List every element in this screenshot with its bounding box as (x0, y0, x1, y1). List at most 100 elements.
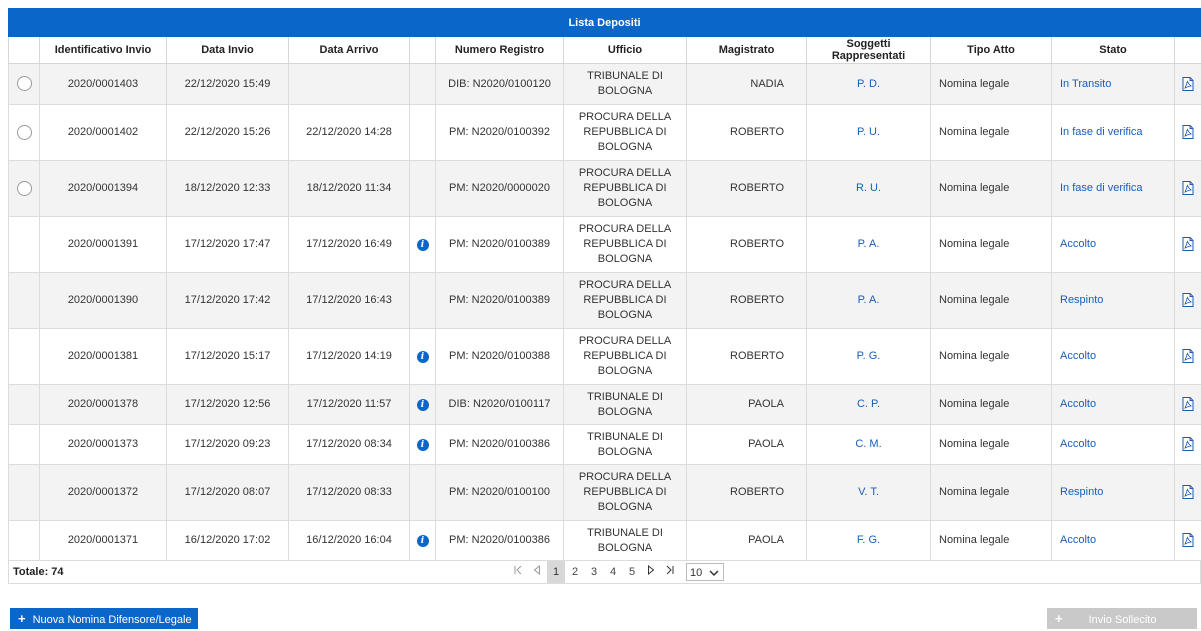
col-header-tipo-atto[interactable]: Tipo Atto (931, 37, 1052, 64)
row-select (9, 465, 40, 521)
table-row[interactable]: 2020/000137317/12/2020 09:2317/12/2020 0… (9, 425, 1201, 465)
cell-data-arrivo: 17/12/2020 16:49 (289, 217, 410, 273)
cell-pdf (1175, 105, 1201, 161)
page-number-button[interactable]: 5 (623, 561, 641, 583)
table-row[interactable]: 2020/000139117/12/2020 17:4717/12/2020 1… (9, 217, 1201, 273)
table-row[interactable]: 2020/000139418/12/2020 12:3318/12/2020 1… (9, 161, 1201, 217)
cell-data-invio: 17/12/2020 15:17 (167, 329, 289, 385)
row-select[interactable] (9, 64, 40, 105)
col-header-ufficio[interactable]: Ufficio (564, 37, 687, 64)
info-icon[interactable]: i (417, 399, 429, 411)
table-row[interactable]: 2020/000137116/12/2020 17:0216/12/2020 1… (9, 521, 1201, 561)
cell-magistrato: ROBERTO (687, 217, 807, 273)
row-select[interactable] (9, 105, 40, 161)
cell-soggetti[interactable]: P. U. (807, 105, 931, 161)
next-page-icon[interactable] (642, 561, 660, 583)
col-header-data-invio[interactable]: Data Invio (167, 37, 289, 64)
nuova-nomina-button[interactable]: +Nuova Nomina Difensore/Legale (10, 608, 198, 629)
pdf-icon[interactable] (1182, 350, 1194, 362)
pdf-icon[interactable] (1182, 294, 1194, 306)
info-icon[interactable]: i (417, 239, 429, 251)
cell-soggetti[interactable]: P. A. (807, 217, 931, 273)
pdf-icon[interactable] (1182, 182, 1194, 194)
cell-stato[interactable]: Accolto (1052, 329, 1175, 385)
page-number-button[interactable]: 4 (604, 561, 622, 583)
plus-icon: + (18, 611, 26, 626)
info-icon[interactable]: i (417, 439, 429, 451)
cell-info: i (410, 425, 436, 465)
row-select (9, 425, 40, 465)
cell-soggetti[interactable]: P. G. (807, 329, 931, 385)
cell-stato[interactable]: Respinto (1052, 273, 1175, 329)
cell-stato[interactable]: Accolto (1052, 385, 1175, 425)
row-select (9, 329, 40, 385)
pdf-icon[interactable] (1182, 126, 1194, 138)
col-header-magistrato[interactable]: Magistrato (687, 37, 807, 64)
table-row[interactable]: 2020/000138117/12/2020 15:1717/12/2020 1… (9, 329, 1201, 385)
cell-magistrato: PAOLA (687, 521, 807, 561)
cell-ufficio: PROCURA DELLA REPUBBLICA DI BOLOGNA (564, 217, 687, 273)
table-title: Lista Depositi (8, 8, 1201, 37)
pdf-icon[interactable] (1182, 398, 1194, 410)
cell-numero-registro: PM: N2020/0100389 (436, 273, 564, 329)
cell-stato[interactable]: Accolto (1052, 425, 1175, 465)
cell-info: i (410, 217, 436, 273)
info-icon[interactable]: i (417, 351, 429, 363)
pdf-icon[interactable] (1182, 438, 1194, 450)
table-row[interactable]: 2020/000140322/12/2020 15:49DIB: N2020/0… (9, 64, 1201, 105)
cell-numero-registro: PM: N2020/0100100 (436, 465, 564, 521)
col-header-data-arrivo[interactable]: Data Arrivo (289, 37, 410, 64)
cell-stato[interactable]: Accolto (1052, 521, 1175, 561)
pdf-icon[interactable] (1182, 534, 1194, 546)
cell-soggetti[interactable]: V. T. (807, 465, 931, 521)
row-radio[interactable] (17, 181, 32, 196)
col-header-stato[interactable]: Stato (1052, 37, 1175, 64)
page-number-button[interactable]: 3 (585, 561, 603, 583)
pdf-icon[interactable] (1182, 486, 1194, 498)
first-page-icon[interactable] (509, 561, 527, 583)
row-select[interactable] (9, 161, 40, 217)
cell-soggetti[interactable]: C. P. (807, 385, 931, 425)
col-header-numero-registro[interactable]: Numero Registro (436, 37, 564, 64)
table-row[interactable]: 2020/000137817/12/2020 12:5617/12/2020 1… (9, 385, 1201, 425)
cell-data-arrivo (289, 64, 410, 105)
table-row[interactable]: 2020/000137217/12/2020 08:0717/12/2020 0… (9, 465, 1201, 521)
col-header-soggetti[interactable]: Soggetti Rappresentati (807, 37, 931, 64)
cell-stato[interactable]: In fase di verifica (1052, 161, 1175, 217)
table-row[interactable]: 2020/000140222/12/2020 15:2622/12/2020 1… (9, 105, 1201, 161)
cell-soggetti[interactable]: F. G. (807, 521, 931, 561)
cell-stato[interactable]: Respinto (1052, 465, 1175, 521)
pdf-icon[interactable] (1182, 78, 1194, 90)
prev-page-icon[interactable] (528, 561, 546, 583)
page-size-select[interactable]: 10 (686, 563, 724, 581)
col-header-identificativo[interactable]: Identificativo Invio (40, 37, 167, 64)
col-header-pdf (1175, 37, 1201, 64)
cell-soggetti[interactable]: P. D. (807, 64, 931, 105)
cell-stato[interactable]: In fase di verifica (1052, 105, 1175, 161)
info-icon[interactable]: i (417, 535, 429, 547)
invio-sollecito-button[interactable]: +Invio Sollecito (1047, 608, 1197, 629)
pdf-icon[interactable] (1182, 238, 1194, 250)
page-number-button[interactable]: 2 (566, 561, 584, 583)
cell-numero-registro: PM: N2020/0100392 (436, 105, 564, 161)
row-radio[interactable] (17, 76, 32, 91)
cell-soggetti[interactable]: P. A. (807, 273, 931, 329)
cell-soggetti[interactable]: C. M. (807, 425, 931, 465)
row-select (9, 273, 40, 329)
cell-numero-registro: PM: N2020/0100389 (436, 217, 564, 273)
last-page-icon[interactable] (661, 561, 679, 583)
row-radio[interactable] (17, 125, 32, 140)
cell-pdf (1175, 329, 1201, 385)
table-row[interactable]: 2020/000139017/12/2020 17:4217/12/2020 1… (9, 273, 1201, 329)
cell-stato[interactable]: In Transito (1052, 64, 1175, 105)
cell-tipo-atto: Nomina legale (931, 465, 1052, 521)
cell-data-arrivo: 22/12/2020 14:28 (289, 105, 410, 161)
cell-ufficio: PROCURA DELLA REPUBBLICA DI BOLOGNA (564, 465, 687, 521)
cell-stato[interactable]: Accolto (1052, 217, 1175, 273)
cell-magistrato: ROBERTO (687, 105, 807, 161)
cell-soggetti[interactable]: R. U. (807, 161, 931, 217)
cell-info: i (410, 329, 436, 385)
cell-tipo-atto: Nomina legale (931, 217, 1052, 273)
page-number-button[interactable]: 1 (547, 561, 565, 583)
cell-ufficio: TRIBUNALE DI BOLOGNA (564, 521, 687, 561)
